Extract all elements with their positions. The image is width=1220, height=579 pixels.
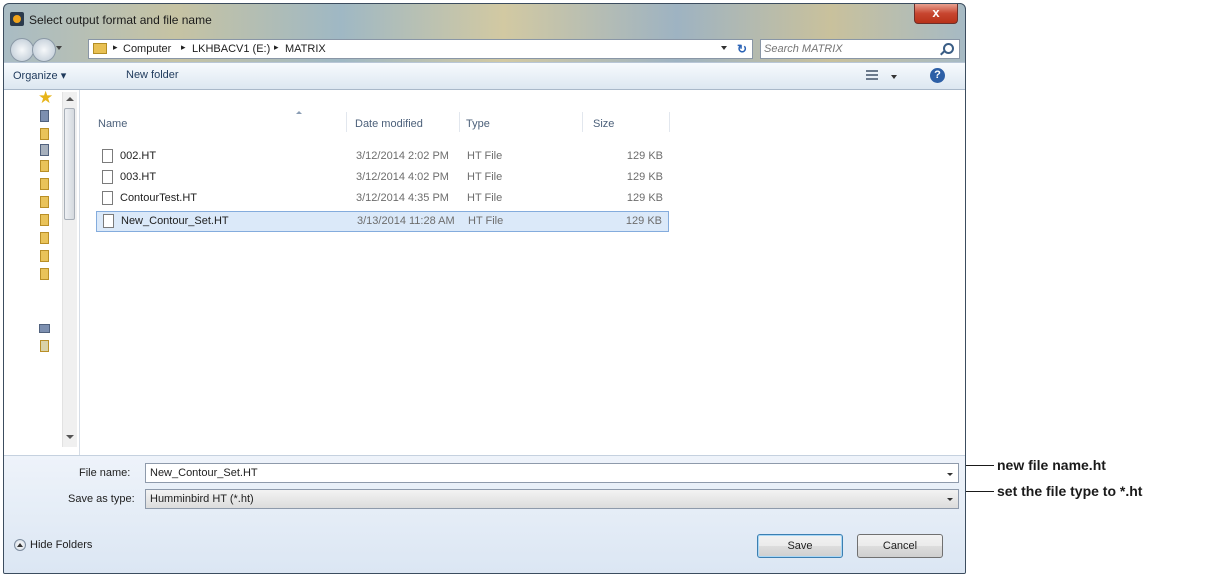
refresh-icon[interactable]: ↻ <box>737 42 747 56</box>
new-folder-button[interactable]: New folder <box>126 69 179 81</box>
file-size: 129 KB <box>625 215 662 227</box>
save-as-type-dropdown-icon[interactable] <box>947 498 953 501</box>
file-size: 129 KB <box>626 171 663 183</box>
chevron-up-icon <box>14 539 26 551</box>
file-name-dropdown-icon[interactable] <box>947 473 953 476</box>
column-divider[interactable] <box>582 112 583 132</box>
command-toolbar: Organize ▾ New folder ? <box>4 62 965 90</box>
breadcrumb-computer[interactable]: Computer <box>123 43 171 55</box>
file-icon <box>102 149 113 163</box>
save-as-type-select[interactable]: Humminbird HT (*.ht) <box>145 489 959 509</box>
change-view-icon[interactable] <box>866 70 878 80</box>
nav-scrollbar[interactable] <box>62 92 77 447</box>
drive-icon[interactable] <box>40 340 49 352</box>
file-size: 129 KB <box>626 192 663 204</box>
file-name: 003.HT <box>120 171 157 183</box>
save-as-type-value: Humminbird HT (*.ht) <box>150 493 254 505</box>
address-box[interactable]: ▸ Computer ▸ LKHBACV1 (E:) ▸ MATRIX ↻ <box>88 39 753 59</box>
search-box[interactable] <box>760 39 960 59</box>
address-bar: ▸ Computer ▸ LKHBACV1 (E:) ▸ MATRIX ↻ <box>4 34 965 62</box>
breadcrumb-matrix[interactable]: MATRIX <box>285 43 326 55</box>
file-type: HT File <box>467 171 503 183</box>
save-button[interactable]: Save <box>757 534 843 558</box>
file-name: ContourTest.HT <box>120 192 198 204</box>
column-header-date[interactable]: Date modified <box>355 118 423 130</box>
column-header-name[interactable]: Name <box>98 118 127 130</box>
forward-button[interactable] <box>32 38 56 62</box>
folder-icon[interactable] <box>40 232 49 244</box>
desktop-icon[interactable] <box>40 110 49 122</box>
file-type: HT File <box>467 150 503 162</box>
folder-icon[interactable] <box>40 160 49 172</box>
file-name-input[interactable] <box>145 463 959 483</box>
scroll-down-arrow-icon[interactable] <box>66 435 74 439</box>
breadcrumb-separator-icon: ▸ <box>113 42 118 52</box>
save-dialog: Select output format and file name x ▸ C… <box>3 3 966 574</box>
file-date: 3/13/2014 11:28 AM <box>357 215 455 227</box>
file-name-callout: new file name.ht <box>997 457 1106 473</box>
save-options-panel: File name: Save as type: Humminbird HT (… <box>4 455 965 573</box>
scroll-up-arrow-icon[interactable] <box>66 97 74 101</box>
file-list: Name Date modified Type Size 002.HT 3/12… <box>80 90 965 455</box>
file-date: 3/12/2014 4:35 PM <box>356 192 449 204</box>
help-icon[interactable]: ? <box>930 68 945 83</box>
file-row[interactable]: ContourTest.HT 3/12/2014 4:35 PM HT File… <box>96 189 669 208</box>
file-type-callout: set the file type to *.ht <box>997 483 1143 499</box>
organize-label: Organize <box>13 70 58 82</box>
folder-icon[interactable] <box>40 128 49 140</box>
callout-line <box>966 491 994 492</box>
scroll-thumb[interactable] <box>64 108 75 220</box>
column-divider[interactable] <box>459 112 460 132</box>
sort-ascending-icon <box>296 111 302 114</box>
search-input[interactable] <box>764 41 932 57</box>
column-divider[interactable] <box>346 112 347 132</box>
file-icon <box>102 191 113 205</box>
file-date: 3/12/2014 2:02 PM <box>356 150 449 162</box>
view-dropdown-icon[interactable] <box>891 75 897 79</box>
file-row[interactable]: 002.HT 3/12/2014 2:02 PM HT File 129 KB <box>96 147 669 166</box>
file-icon <box>102 170 113 184</box>
file-type: HT File <box>468 215 504 227</box>
close-button[interactable]: x <box>914 4 958 24</box>
file-date: 3/12/2014 4:02 PM <box>356 171 449 183</box>
folder-icon <box>93 43 107 54</box>
favorites-star-icon[interactable]: ★ <box>38 88 53 108</box>
folder-icon[interactable] <box>40 196 49 208</box>
organize-button[interactable]: Organize ▾ <box>13 69 66 82</box>
file-name: 002.HT <box>120 150 157 162</box>
column-header-type[interactable]: Type <box>466 118 490 130</box>
network-icon[interactable] <box>40 144 49 156</box>
computer-icon[interactable] <box>39 324 50 333</box>
address-dropdown-icon[interactable] <box>721 46 727 50</box>
folder-icon[interactable] <box>40 250 49 262</box>
breadcrumb-separator-icon: ▸ <box>181 42 186 52</box>
file-name-label: File name: <box>79 467 131 479</box>
file-size: 129 KB <box>626 150 663 162</box>
breadcrumb-drive[interactable]: LKHBACV1 (E:) <box>192 43 270 55</box>
title-bar: Select output format and file name x <box>4 4 965 34</box>
file-name: New_Contour_Set.HT <box>121 215 229 227</box>
folder-icon[interactable] <box>40 214 49 226</box>
file-row[interactable]: 003.HT 3/12/2014 4:02 PM HT File 129 KB <box>96 168 669 187</box>
recent-locations-chevron-icon[interactable] <box>56 46 62 50</box>
save-as-type-label: Save as type: <box>68 493 135 505</box>
back-button[interactable] <box>10 38 34 62</box>
folder-icon[interactable] <box>40 268 49 280</box>
file-type: HT File <box>467 192 503 204</box>
app-icon <box>10 12 24 26</box>
file-row-selected[interactable]: New_Contour_Set.HT 3/13/2014 11:28 AM HT… <box>96 211 669 232</box>
column-header-size[interactable]: Size <box>593 118 614 130</box>
file-icon <box>103 214 114 228</box>
navigation-pane: ★ <box>4 88 80 455</box>
folder-icon[interactable] <box>40 178 49 190</box>
hide-folders-label: Hide Folders <box>30 539 93 551</box>
search-icon[interactable] <box>943 43 954 54</box>
breadcrumb-separator-icon: ▸ <box>274 42 279 52</box>
callout-line <box>966 465 994 466</box>
window-title: Select output format and file name <box>29 13 212 27</box>
cancel-button[interactable]: Cancel <box>857 534 943 558</box>
column-divider[interactable] <box>669 112 670 132</box>
